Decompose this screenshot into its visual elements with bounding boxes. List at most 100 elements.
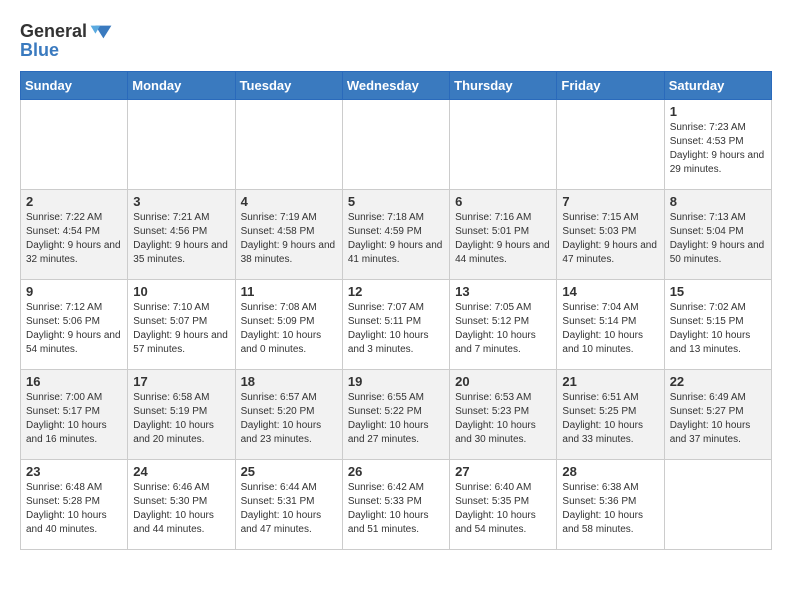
- day-cell: [557, 100, 664, 190]
- day-info: Sunrise: 6:51 AM Sunset: 5:25 PM Dayligh…: [562, 391, 658, 447]
- day-info: Sunrise: 6:53 AM Sunset: 5:23 PM Dayligh…: [455, 391, 551, 447]
- day-number: 20: [455, 374, 551, 389]
- day-cell: 12 Sunrise: 7:07 AM Sunset: 5:11 PM Dayli…: [342, 280, 449, 370]
- day-info: Sunrise: 7:18 AM Sunset: 4:59 PM Dayligh…: [348, 211, 444, 267]
- day-cell: [21, 100, 128, 190]
- logo: General Blue: [20, 20, 113, 61]
- day-info: Sunrise: 7:05 AM Sunset: 5:12 PM Dayligh…: [455, 301, 551, 357]
- day-info: Sunrise: 7:22 AM Sunset: 4:54 PM Dayligh…: [26, 211, 122, 267]
- day-number: 25: [241, 464, 337, 479]
- day-number: 17: [133, 374, 229, 389]
- day-number: 8: [670, 194, 766, 209]
- column-header-friday: Friday: [557, 72, 664, 100]
- day-info: Sunrise: 6:42 AM Sunset: 5:33 PM Dayligh…: [348, 481, 444, 537]
- day-cell: 18Sunrise: 6:57 AM Sunset: 5:20 PM Dayli…: [235, 370, 342, 460]
- day-info: Sunrise: 7:19 AM Sunset: 4:58 PM Dayligh…: [241, 211, 337, 267]
- day-info: Sunrise: 6:40 AM Sunset: 5:35 PM Dayligh…: [455, 481, 551, 537]
- week-row-1: 1 Sunrise: 7:23 AM Sunset: 4:53 PM Daylig…: [21, 100, 772, 190]
- day-cell: 24 Sunrise: 6:46 AM Sunset: 5:30 PM Dayli…: [128, 460, 235, 550]
- calendar-header-row: SundayMondayTuesdayWednesdayThursdayFrid…: [21, 72, 772, 100]
- day-info: Sunrise: 7:13 AM Sunset: 5:04 PM Dayligh…: [670, 211, 766, 267]
- week-row-5: 23 Sunrise: 6:48 AM Sunset: 5:28 PM Dayli…: [21, 460, 772, 550]
- day-cell: 20 Sunrise: 6:53 AM Sunset: 5:23 PM Dayli…: [450, 370, 557, 460]
- day-cell: 26 Sunrise: 6:42 AM Sunset: 5:33 PM Dayli…: [342, 460, 449, 550]
- day-info: Sunrise: 7:08 AM Sunset: 5:09 PM Dayligh…: [241, 301, 337, 357]
- day-cell: 8 Sunrise: 7:13 AM Sunset: 5:04 PM Daylig…: [664, 190, 771, 280]
- day-cell: [342, 100, 449, 190]
- day-info: Sunrise: 6:38 AM Sunset: 5:36 PM Dayligh…: [562, 481, 658, 537]
- week-row-3: 9 Sunrise: 7:12 AM Sunset: 5:06 PM Daylig…: [21, 280, 772, 370]
- day-cell: 7 Sunrise: 7:15 AM Sunset: 5:03 PM Daylig…: [557, 190, 664, 280]
- week-row-4: 16Sunrise: 7:00 AM Sunset: 5:17 PM Dayli…: [21, 370, 772, 460]
- day-cell: 28 Sunrise: 6:38 AM Sunset: 5:36 PM Dayli…: [557, 460, 664, 550]
- day-cell: [235, 100, 342, 190]
- day-cell: 21 Sunrise: 6:51 AM Sunset: 5:25 PM Dayli…: [557, 370, 664, 460]
- day-cell: 23 Sunrise: 6:48 AM Sunset: 5:28 PM Dayli…: [21, 460, 128, 550]
- day-number: 4: [241, 194, 337, 209]
- day-number: 2: [26, 194, 122, 209]
- day-cell: [664, 460, 771, 550]
- day-info: Sunrise: 7:07 AM Sunset: 5:11 PM Dayligh…: [348, 301, 444, 357]
- day-number: 26: [348, 464, 444, 479]
- day-info: Sunrise: 6:55 AM Sunset: 5:22 PM Dayligh…: [348, 391, 444, 447]
- day-number: 22: [670, 374, 766, 389]
- day-cell: 5 Sunrise: 7:18 AM Sunset: 4:59 PM Daylig…: [342, 190, 449, 280]
- day-number: 12: [348, 284, 444, 299]
- day-info: Sunrise: 7:12 AM Sunset: 5:06 PM Dayligh…: [26, 301, 122, 357]
- day-cell: 3 Sunrise: 7:21 AM Sunset: 4:56 PM Daylig…: [128, 190, 235, 280]
- day-cell: [128, 100, 235, 190]
- day-number: 5: [348, 194, 444, 209]
- column-header-monday: Monday: [128, 72, 235, 100]
- day-cell: [450, 100, 557, 190]
- day-number: 9: [26, 284, 122, 299]
- day-cell: 9 Sunrise: 7:12 AM Sunset: 5:06 PM Daylig…: [21, 280, 128, 370]
- day-cell: 17 Sunrise: 6:58 AM Sunset: 5:19 PM Dayli…: [128, 370, 235, 460]
- day-cell: 25 Sunrise: 6:44 AM Sunset: 5:31 PM Dayli…: [235, 460, 342, 550]
- day-info: Sunrise: 6:46 AM Sunset: 5:30 PM Dayligh…: [133, 481, 229, 537]
- day-cell: 15 Sunrise: 7:02 AM Sunset: 5:15 PM Dayli…: [664, 280, 771, 370]
- day-info: Sunrise: 7:15 AM Sunset: 5:03 PM Dayligh…: [562, 211, 658, 267]
- day-cell: 2 Sunrise: 7:22 AM Sunset: 4:54 PM Daylig…: [21, 190, 128, 280]
- day-number: 14: [562, 284, 658, 299]
- day-info: Sunrise: 7:21 AM Sunset: 4:56 PM Dayligh…: [133, 211, 229, 267]
- day-cell: 1 Sunrise: 7:23 AM Sunset: 4:53 PM Daylig…: [664, 100, 771, 190]
- day-number: 21: [562, 374, 658, 389]
- calendar: SundayMondayTuesdayWednesdayThursdayFrid…: [20, 71, 772, 550]
- logo-icon: [89, 20, 113, 44]
- day-info: Sunrise: 6:58 AM Sunset: 5:19 PM Dayligh…: [133, 391, 229, 447]
- day-number: 11: [241, 284, 337, 299]
- day-number: 13: [455, 284, 551, 299]
- day-info: Sunrise: 6:48 AM Sunset: 5:28 PM Dayligh…: [26, 481, 122, 537]
- day-cell: 13 Sunrise: 7:05 AM Sunset: 5:12 PM Dayli…: [450, 280, 557, 370]
- day-number: 1: [670, 104, 766, 119]
- day-cell: 10 Sunrise: 7:10 AM Sunset: 5:07 PM Dayli…: [128, 280, 235, 370]
- day-number: 16: [26, 374, 122, 389]
- day-cell: 11 Sunrise: 7:08 AM Sunset: 5:09 PM Dayli…: [235, 280, 342, 370]
- week-row-2: 2 Sunrise: 7:22 AM Sunset: 4:54 PM Daylig…: [21, 190, 772, 280]
- column-header-thursday: Thursday: [450, 72, 557, 100]
- day-number: 10: [133, 284, 229, 299]
- column-header-sunday: Sunday: [21, 72, 128, 100]
- day-cell: 22 Sunrise: 6:49 AM Sunset: 5:27 PM Dayli…: [664, 370, 771, 460]
- day-info: Sunrise: 7:04 AM Sunset: 5:14 PM Dayligh…: [562, 301, 658, 357]
- day-number: 24: [133, 464, 229, 479]
- day-info: Sunrise: 7:02 AM Sunset: 5:15 PM Dayligh…: [670, 301, 766, 357]
- day-cell: 4 Sunrise: 7:19 AM Sunset: 4:58 PM Daylig…: [235, 190, 342, 280]
- day-number: 28: [562, 464, 658, 479]
- day-cell: 27 Sunrise: 6:40 AM Sunset: 5:35 PM Dayli…: [450, 460, 557, 550]
- day-cell: 16Sunrise: 7:00 AM Sunset: 5:17 PM Dayli…: [21, 370, 128, 460]
- day-info: Sunrise: 7:23 AM Sunset: 4:53 PM Dayligh…: [670, 121, 766, 177]
- day-cell: 14 Sunrise: 7:04 AM Sunset: 5:14 PM Dayli…: [557, 280, 664, 370]
- day-number: 15: [670, 284, 766, 299]
- column-header-wednesday: Wednesday: [342, 72, 449, 100]
- day-number: 3: [133, 194, 229, 209]
- day-info: Sunrise: 6:44 AM Sunset: 5:31 PM Dayligh…: [241, 481, 337, 537]
- day-info: Sunrise: 6:49 AM Sunset: 5:27 PM Dayligh…: [670, 391, 766, 447]
- logo-text: General: [20, 22, 87, 42]
- day-number: 23: [26, 464, 122, 479]
- day-number: 19: [348, 374, 444, 389]
- column-header-tuesday: Tuesday: [235, 72, 342, 100]
- day-info: Sunrise: 7:10 AM Sunset: 5:07 PM Dayligh…: [133, 301, 229, 357]
- day-number: 7: [562, 194, 658, 209]
- day-number: 27: [455, 464, 551, 479]
